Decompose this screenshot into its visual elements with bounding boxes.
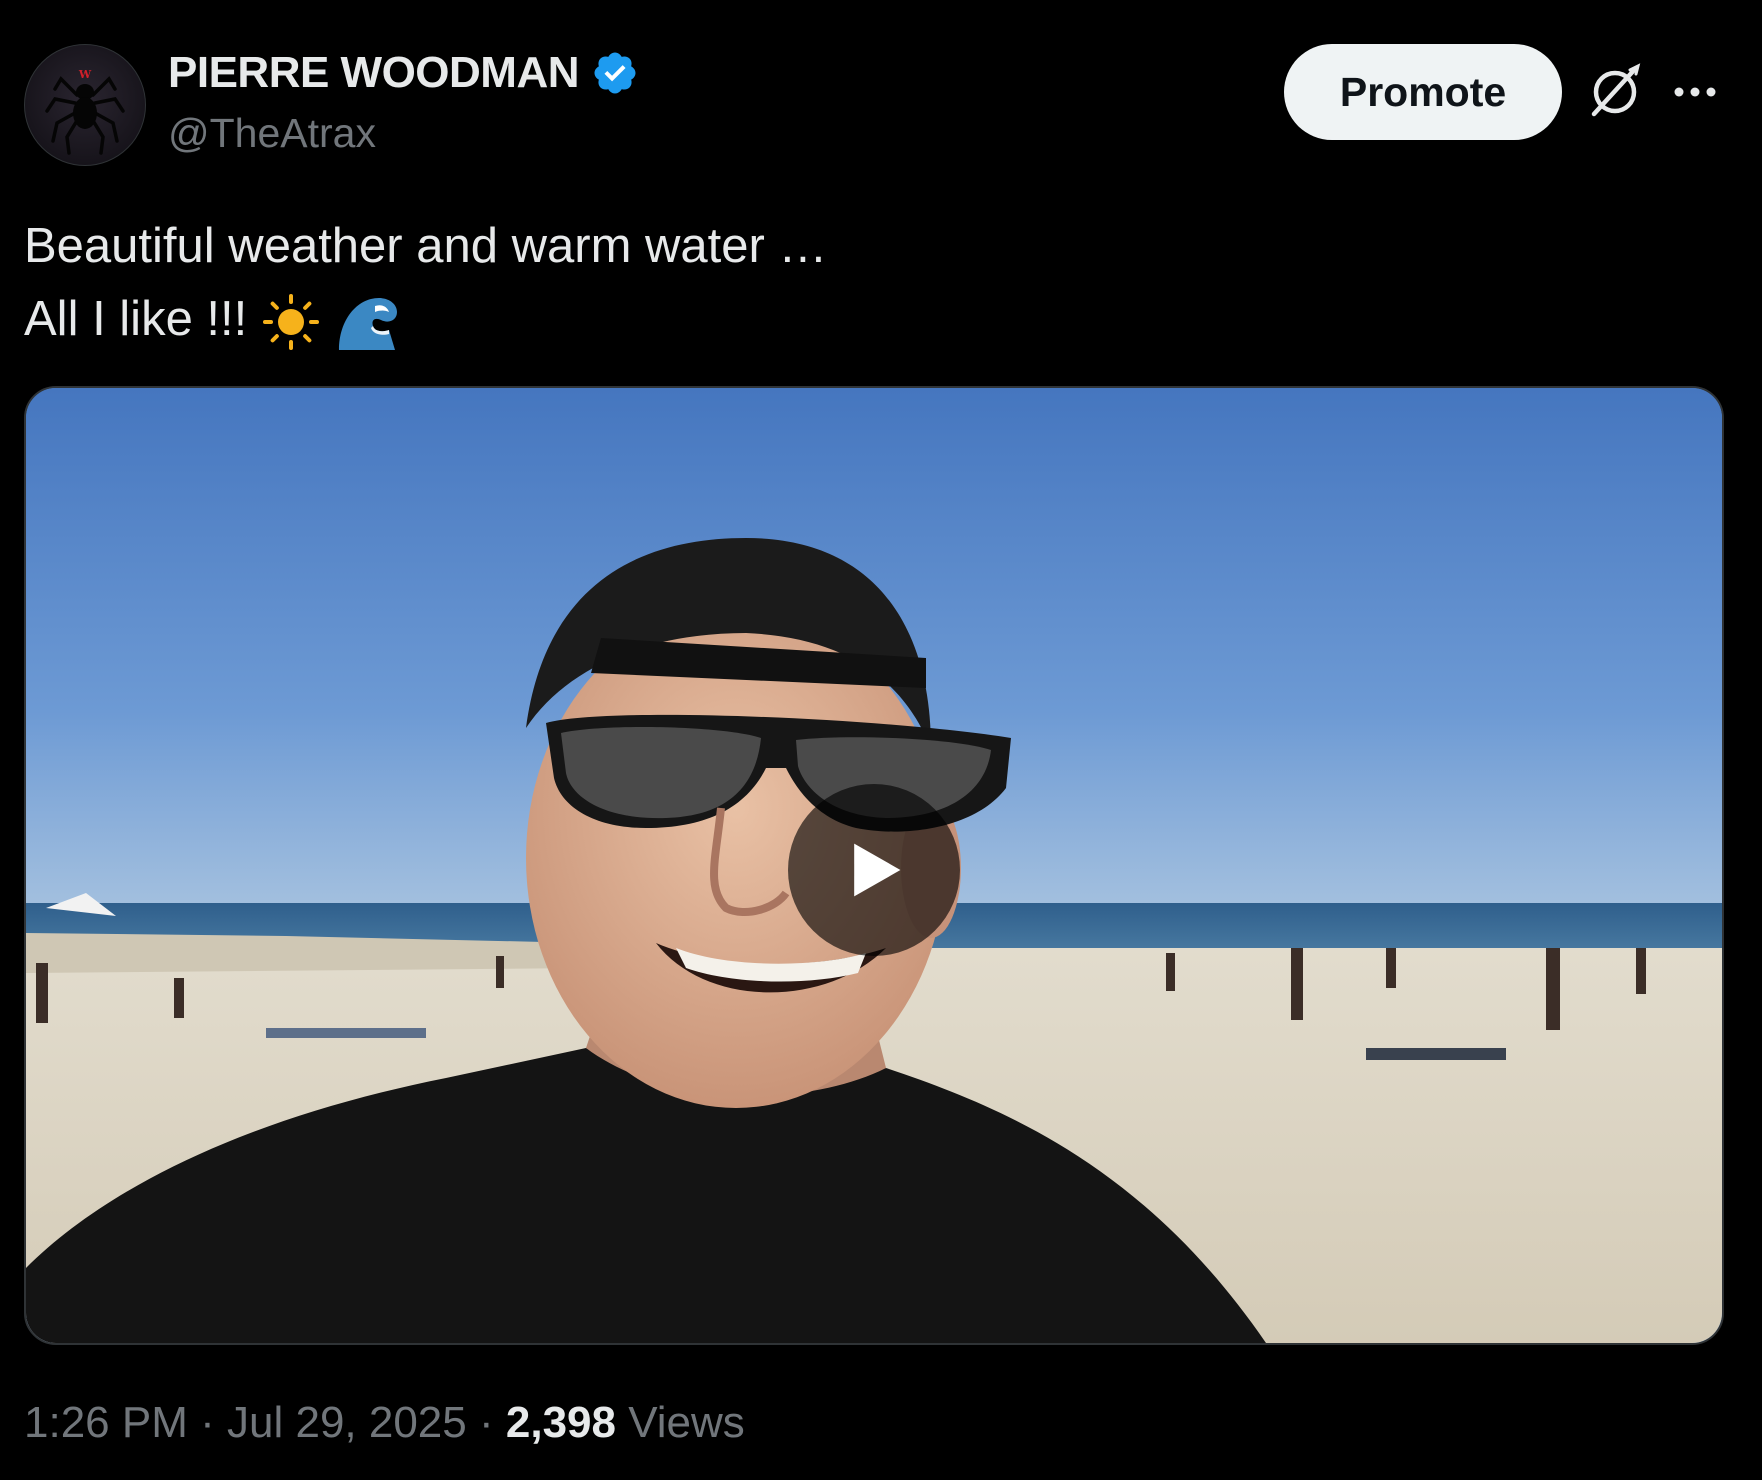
post-text-line-1: Beautiful weather and warm water … (24, 219, 828, 273)
post-text: Beautiful weather and warm water … All I… (24, 210, 827, 356)
post-time[interactable]: 1:26 PM (24, 1398, 188, 1447)
post-text-line-2: All I like !!! (24, 283, 827, 356)
avatar[interactable]: W (24, 44, 146, 166)
views-count: 2,398 (505, 1398, 616, 1447)
promote-button[interactable]: Promote (1284, 44, 1562, 140)
video-player[interactable] (24, 386, 1724, 1345)
verified-badge-icon (594, 52, 636, 94)
author-name[interactable]: PIERRE WOODMAN (168, 48, 639, 98)
sun-emoji-icon (263, 294, 320, 351)
views-label: Views (628, 1398, 745, 1447)
post-date[interactable]: Jul 29, 2025 (227, 1398, 467, 1447)
wave-emoji-icon (339, 298, 398, 351)
avatar-letter: W (78, 68, 92, 81)
grok-icon[interactable] (1586, 62, 1644, 120)
post-text-line-2-text: All I like !!! (24, 292, 248, 346)
spider-logo-icon: W (45, 68, 125, 155)
more-horizontal-icon[interactable] (1670, 72, 1720, 112)
post-card: W PIERRE WOODMAN @TheAtrax Promote Beaut… (0, 0, 1762, 1480)
meta-separator-1: · (200, 1398, 215, 1447)
author-name-text: PIERRE WOODMAN (168, 48, 580, 97)
meta-separator-2: · (478, 1398, 494, 1447)
author-handle[interactable]: @TheAtrax (168, 110, 376, 157)
play-button[interactable] (788, 784, 960, 956)
play-icon (854, 843, 901, 897)
post-meta: 1:26 PM · Jul 29, 2025 · 2,398 Views (24, 1398, 745, 1448)
